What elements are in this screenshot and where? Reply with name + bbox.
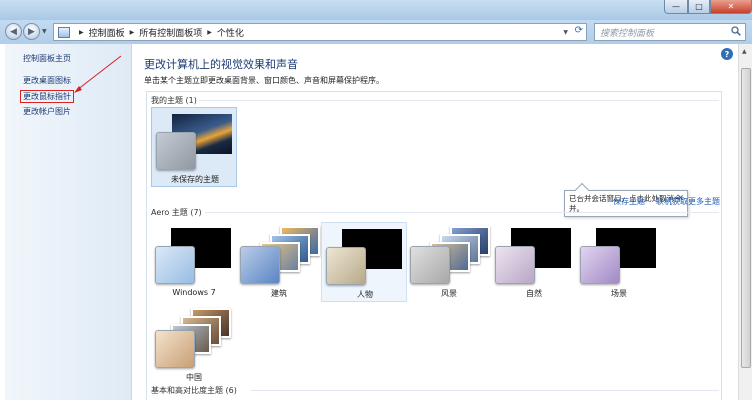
window-controls: — □ ✕ [664,0,752,14]
search-input[interactable]: 搜索控制面板 [594,23,746,41]
scroll-up-icon[interactable]: ▲ [742,48,747,55]
history-dropdown-icon[interactable]: ▼ [42,28,47,35]
help-icon: ? [724,49,730,59]
theme-label: 场景 [611,289,627,298]
save-theme-link[interactable]: 保存主题 [613,196,645,207]
window-color-swatch [240,246,280,284]
forward-arrow-icon: ▶ [28,26,35,37]
theme-scenes[interactable]: 场景 [576,222,662,302]
chevron-right-icon[interactable]: ▶ [79,29,84,36]
theme-label: 建筑 [271,289,287,298]
section-aero-themes: Aero 主题 (7) [151,208,202,217]
task-pane: 控制面板主页 更改桌面图标 更改鼠标指针 更改帐户图片 [5,44,132,400]
close-icon: ✕ [727,2,735,11]
help-button[interactable]: ? [721,48,733,60]
theme-landscapes[interactable]: 风景 [406,222,492,302]
theme-label: 风景 [441,289,457,298]
close-button[interactable]: ✕ [710,0,752,14]
section-divider [205,212,719,213]
theme-people[interactable]: 人物 [321,222,407,302]
theme-label: 自然 [526,289,542,298]
theme-label: 中国 [186,373,202,382]
nav-change-mouse-pointers[interactable]: 更改鼠标指针 [20,90,74,103]
window-color-swatch [155,330,195,368]
minimize-button[interactable]: — [664,0,688,14]
window-color-swatch [156,132,196,170]
theme-unsaved[interactable]: 未保存的主题 [151,107,237,187]
section-divider [199,100,719,101]
nav-control-panel-home[interactable]: 控制面板主页 [23,53,71,64]
breadcrumb-item[interactable]: 控制面板 [89,26,125,39]
vertical-scrollbar[interactable]: ▲ [738,44,752,400]
page-title: 更改计算机上的视觉效果和声音 [144,58,298,71]
get-more-themes-link[interactable]: 联机获取更多主题 [656,196,720,207]
nav-change-account-picture[interactable]: 更改帐户图片 [23,106,71,117]
maximize-button[interactable]: □ [688,0,710,14]
page-description: 单击某个主题立即更改桌面背景、窗口颜色、声音和屏幕保护程序。 [144,76,384,85]
theme-list: 我的主题 (1) 未保存的主题 已合并会话窗口，点击此处取消合并。 × 保存主题… [146,91,722,400]
theme-label: Windows 7 [172,288,216,297]
section-basic-themes: 基本和高对比度主题 (6) [151,386,237,395]
theme-windows7[interactable]: Windows 7 [151,222,237,302]
minimize-icon: — [672,2,680,11]
theme-nature[interactable]: 自然 [491,222,577,302]
search-placeholder: 搜索控制面板 [600,28,655,39]
theme-architecture[interactable]: 建筑 [236,222,322,302]
chevron-right-icon[interactable]: ▶ [130,29,135,36]
theme-china[interactable]: 中国 [151,306,237,386]
breadcrumb[interactable]: ▶ 控制面板 ▶ 所有控制面板项 ▶ 个性化 ▼ ⟳ [53,23,587,41]
nav-change-desktop-icons[interactable]: 更改桌面图标 [23,75,71,86]
forward-button[interactable]: ▶ [23,23,40,40]
window-color-swatch [580,246,620,284]
maximize-icon: □ [695,2,703,11]
back-arrow-icon: ◀ [10,26,17,37]
main-content: 更改计算机上的视觉效果和声音 单击某个主题立即更改桌面背景、窗口颜色、声音和屏幕… [132,44,738,400]
chevron-right-icon[interactable]: ▶ [207,29,212,36]
refresh-icon[interactable]: ⟳ [575,25,583,36]
title-bar: — □ ✕ [0,0,752,20]
window-color-swatch [155,246,195,284]
control-panel-icon [58,26,70,38]
window-color-swatch [410,246,450,284]
breadcrumb-item[interactable]: 个性化 [217,26,244,39]
theme-label: 人物 [357,290,373,299]
window-color-swatch [326,247,366,285]
address-bar: ◀ ▶ ▼ ▶ 控制面板 ▶ 所有控制面板项 ▶ 个性化 ▼ ⟳ 搜索控制面板 [0,20,752,44]
section-my-themes: 我的主题 (1) [151,96,197,105]
scrollbar-thumb[interactable] [741,68,751,368]
section-divider [251,390,719,391]
search-icon[interactable] [731,26,741,36]
theme-label: 未保存的主题 [171,175,219,184]
back-button[interactable]: ◀ [5,23,22,40]
window-color-swatch [495,246,535,284]
breadcrumb-item[interactable]: 所有控制面板项 [139,26,202,39]
address-dropdown-icon[interactable]: ▼ [563,29,568,36]
